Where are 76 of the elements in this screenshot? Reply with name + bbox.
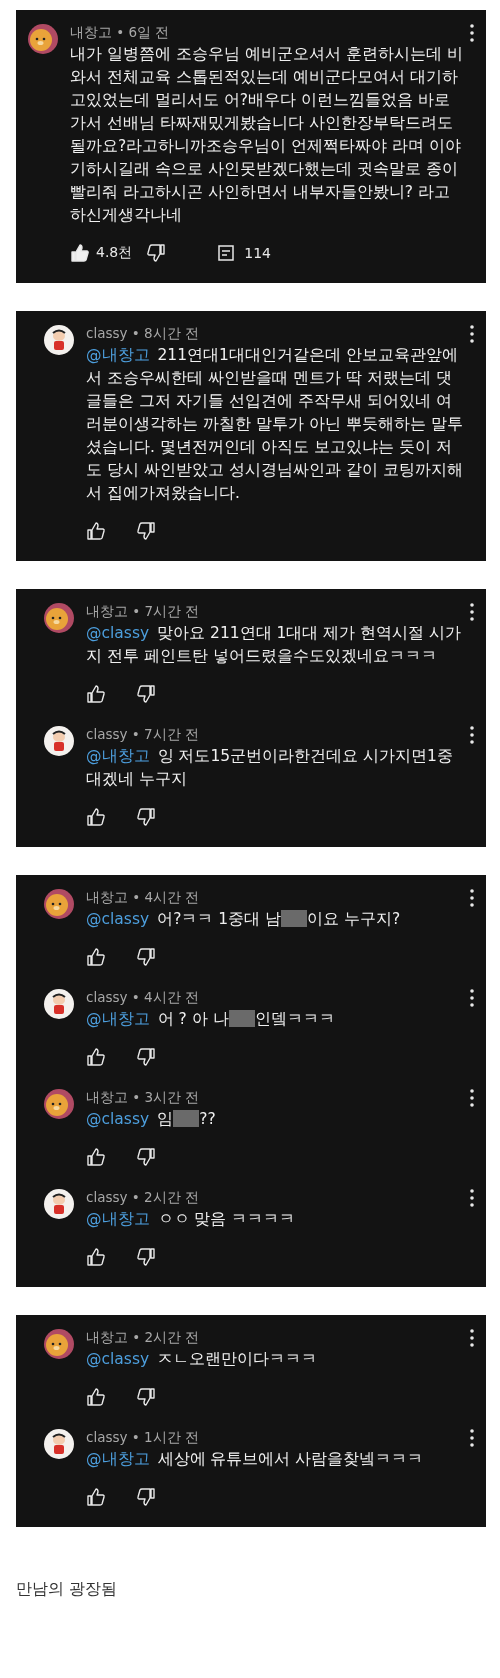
more-icon[interactable]	[470, 24, 474, 42]
comment-text: @내창고 잉 저도15군번이라한건데요 시가지면1중대겠네 누구지	[86, 746, 454, 790]
caption: 만남의 광장됨	[16, 1578, 119, 1600]
comment-text: @classy 임 ??	[86, 1109, 217, 1130]
thumbs-down-icon[interactable]	[136, 1047, 156, 1067]
cartoon-avatar	[44, 325, 74, 355]
mention-link[interactable]: @classy	[86, 1110, 150, 1128]
thumbs-up-icon[interactable]	[86, 1487, 106, 1507]
thumbs-down-icon[interactable]	[146, 243, 167, 263]
comment-meta: classy • 1시간 전	[86, 1428, 200, 1447]
thumbs-up-icon[interactable]	[86, 807, 106, 827]
comment-meta: 내창고 • 2시간 전	[86, 1328, 201, 1347]
thumbs-up-icon[interactable]	[86, 947, 106, 967]
mention-link[interactable]: @내창고	[86, 1450, 150, 1468]
redaction-block	[173, 1110, 200, 1127]
mention-link[interactable]: @classy	[86, 1350, 150, 1368]
reply-icon[interactable]	[216, 243, 237, 263]
thumbs-down-icon[interactable]	[136, 521, 156, 541]
comment-meta: classy • 8시간 전	[86, 324, 200, 343]
comment-text: 내가 일병쯤에 조승우님 예비군오셔서 훈련하시는데 비와서 전체교육 스톱된적있는데 예비군다모여서 대기하고있었는데 멀리서도 어?배우다 이런느낌들었음 바로가서 선배님 타짜재밌게봤습니다 사인한장부탁드려도될까요?라고하니까조승우님이 언제쩍타짜야 라며 이야기하시길래 속으로 사인못받겠다했는데 귓속말로 종이빨리줘 라고하시곤 사인하면서 내부자들안봤니? 라고하신게생각나네	[70, 44, 464, 226]
lion-avatar	[44, 603, 74, 633]
thumbs-down-icon[interactable]	[136, 684, 156, 704]
comment-text: @내창고 어 ? 아 나 인뎈ㅋㅋㅋ	[86, 1009, 336, 1030]
more-icon[interactable]	[470, 1329, 474, 1347]
comment-text: @classy ㅈㄴ오랜만이다ㅋㅋㅋ	[86, 1349, 319, 1370]
thumbs-down-icon[interactable]	[136, 807, 156, 827]
thumbs-up-icon[interactable]	[86, 1387, 106, 1407]
like-count: 4.8천	[96, 244, 133, 262]
mention-link[interactable]: @내창고	[86, 1210, 150, 1228]
more-icon[interactable]	[470, 1089, 474, 1107]
more-icon[interactable]	[470, 325, 474, 343]
thumbs-up-icon[interactable]	[86, 1047, 106, 1067]
comment-text: @내창고 ㅇㅇ 맞음 ㅋㅋㅋㅋ	[86, 1209, 297, 1230]
mention-link[interactable]: @내창고	[86, 1010, 150, 1028]
comment-text: @classy 어?ㅋㅋ 1중대 남 이요 누구지?	[86, 909, 402, 930]
comment-meta: 내창고 • 7시간 전	[86, 602, 201, 621]
cartoon-avatar	[44, 1429, 74, 1459]
lion-avatar	[44, 1329, 74, 1359]
more-icon[interactable]	[470, 603, 474, 621]
mention-link[interactable]: @내창고	[86, 747, 150, 765]
comment-meta: classy • 7시간 전	[86, 725, 200, 744]
thumbs-up-icon[interactable]	[86, 521, 106, 541]
thumbs-down-icon[interactable]	[136, 1387, 156, 1407]
comment-meta: 내창고 • 4시간 전	[86, 888, 201, 907]
comment-meta: 내창고 • 6일 전	[70, 23, 171, 42]
more-icon[interactable]	[470, 989, 474, 1007]
comment-meta: classy • 2시간 전	[86, 1188, 200, 1207]
redaction-block	[281, 910, 308, 927]
thumbs-up-icon[interactable]	[86, 1147, 106, 1167]
thumbs-up-icon[interactable]	[86, 684, 106, 704]
lion-avatar	[44, 1089, 74, 1119]
more-icon[interactable]	[470, 1429, 474, 1447]
comment-meta: classy • 4시간 전	[86, 988, 200, 1007]
cartoon-avatar	[44, 989, 74, 1019]
comment-text: @내창고 세상에 유튜브에서 사람을찾넼ㅋㅋㅋ	[86, 1449, 425, 1470]
mention-link[interactable]: @classy	[86, 624, 150, 642]
mention-link[interactable]: @내창고	[86, 346, 150, 364]
thumbs-down-icon[interactable]	[136, 1487, 156, 1507]
thumbs-down-icon[interactable]	[136, 947, 156, 967]
comment-meta: 내창고 • 3시간 전	[86, 1088, 201, 1107]
thumbs-down-icon[interactable]	[136, 1147, 156, 1167]
more-icon[interactable]	[470, 726, 474, 744]
lion-avatar	[44, 889, 74, 919]
thumbs-up-icon[interactable]	[86, 1247, 106, 1267]
lion-avatar	[28, 24, 58, 54]
redaction-block	[228, 1010, 255, 1027]
reply-count: 114	[244, 245, 271, 261]
comment-text: @classy 맞아요 211연대 1대대 제가 현역시절 시가지 전투 페인트탄 넣어드렸을수도있겠네요ㅋㅋㅋ	[86, 623, 463, 667]
more-icon[interactable]	[470, 889, 474, 907]
cartoon-avatar	[44, 726, 74, 756]
thumbs-up-icon[interactable]	[70, 243, 90, 263]
thumbs-down-icon[interactable]	[136, 1247, 156, 1267]
cartoon-avatar	[44, 1189, 74, 1219]
mention-link[interactable]: @classy	[86, 910, 150, 928]
comment-text: @내창고 211연대1대대인거같은데 안보교육관앞에서 조승우씨한테 싸인받을때 멘트가 딱 저랬는데 댓글들은 그저 자기들 선입견에 주작무새 되어있네 여러분이생각하는 까칠한 말투가 아닌 뿌듯해하는 말투셨습니다. 몇년전꺼인데 아직도 보고있냐는 듯이 저도 당시 싸인받았고 성시경님싸인과 같이 코팅까지해서 집에가져왔습니다.	[86, 345, 464, 504]
more-icon[interactable]	[470, 1189, 474, 1207]
